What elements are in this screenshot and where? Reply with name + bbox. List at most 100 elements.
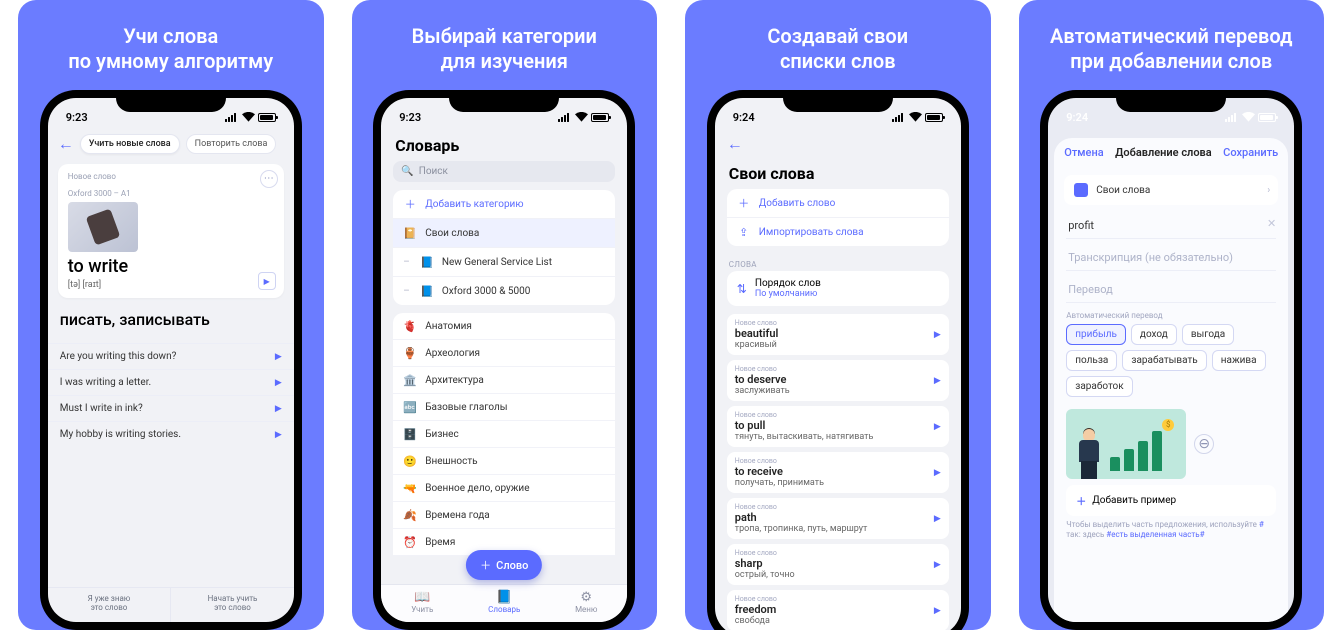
notch: [783, 90, 893, 112]
notch: [1116, 90, 1226, 112]
list-name: Oxford 3000 & 5000: [442, 286, 531, 297]
play-icon[interactable]: ▶: [275, 404, 282, 414]
add-word-fab[interactable]: ＋ Слово: [466, 550, 542, 580]
modal-title: Добавление слова: [1115, 146, 1212, 159]
category-row[interactable]: 🏛️Архитектура: [393, 367, 615, 394]
save-button[interactable]: Сохранить: [1223, 146, 1278, 159]
word-row[interactable]: Новое словоto receiveполучать, принимать…: [727, 452, 949, 493]
panel-title: Учи слова по умному алгоритму: [58, 0, 283, 90]
translation-chip[interactable]: зарабатывать: [1122, 350, 1206, 371]
coin-icon: $: [1162, 419, 1174, 431]
tab-label: Меню: [575, 605, 597, 614]
tab-learn-new[interactable]: Учить новые слова: [80, 134, 180, 154]
play-icon[interactable]: ▶: [275, 378, 282, 388]
word-badge: Новое слово: [735, 365, 941, 373]
category-name: Времена года: [425, 510, 489, 521]
wifi-icon: [1242, 112, 1255, 122]
list-selector[interactable]: Свои слова ›: [1064, 175, 1278, 205]
source-label: Oxford 3000 – A1: [68, 189, 274, 198]
word-row[interactable]: Новое словоfreedomсвобода▶: [727, 590, 949, 630]
search-input[interactable]: 🔍 Поиск: [393, 161, 615, 182]
word-translation: получать, принимать: [735, 478, 941, 488]
category-row[interactable]: 🫀Анатомия: [393, 313, 615, 340]
transcription-input[interactable]: Транскрипция (не обязательно): [1066, 245, 1276, 271]
headword: to write: [68, 256, 274, 277]
word-translation: тянуть, вытаскивать, натягивать: [735, 432, 941, 442]
translation-chip[interactable]: польза: [1066, 350, 1117, 371]
list-row[interactable]: – 📘 New General Service List: [393, 248, 615, 277]
word-row[interactable]: Новое словоto pullтянуть, вытаскивать, н…: [727, 406, 949, 447]
back-icon[interactable]: ←: [727, 134, 743, 154]
plus-icon: ＋: [480, 557, 491, 573]
translation-chip[interactable]: доход: [1131, 324, 1177, 345]
word-list: Новое словоbeautifulкрасивый▶ Новое слово…: [715, 314, 961, 630]
tab-dictionary[interactable]: 📘Словарь: [463, 585, 545, 622]
more-icon[interactable]: ⋯: [260, 170, 278, 188]
word-text: sharp: [735, 557, 941, 570]
category-row[interactable]: 🙂Внешность: [393, 448, 615, 475]
example-row: My hobby is writing stories.▶: [48, 421, 294, 447]
play-icon[interactable]: ▶: [934, 422, 941, 432]
translation-chip[interactable]: прибыль: [1066, 324, 1126, 345]
play-icon[interactable]: ▶: [934, 376, 941, 386]
play-audio-button[interactable]: ▶: [258, 272, 276, 290]
translation-chip[interactable]: нажива: [1212, 350, 1266, 371]
learn-topbar: ← Учить новые слова Повторить слова: [48, 130, 294, 158]
play-icon[interactable]: ▶: [934, 514, 941, 524]
list-row[interactable]: – 📘 Oxford 3000 & 5000: [393, 277, 615, 305]
screen-dictionary: 9:23 Словарь 🔍 Поиск ＋ Добавить категори…: [381, 98, 627, 622]
play-icon[interactable]: ▶: [934, 330, 941, 340]
dict-icon: 📘: [463, 590, 545, 605]
tab-menu[interactable]: ⚙Меню: [545, 585, 627, 622]
category-row[interactable]: 🍂Времена года: [393, 502, 615, 529]
word-value: profit: [1068, 219, 1094, 232]
start-learning-button[interactable]: Начать учить это слово: [171, 588, 294, 622]
clear-icon[interactable]: ✕: [1267, 217, 1276, 230]
back-icon[interactable]: ←: [58, 134, 74, 154]
tab-learn[interactable]: 📖Учить: [381, 585, 463, 622]
word-translation: тропа, тропинка, путь, маршрут: [735, 524, 941, 534]
category-row[interactable]: 🏺Археология: [393, 340, 615, 367]
word-text: to deserve: [735, 373, 941, 386]
book-icon: 📔: [403, 226, 417, 240]
category-row[interactable]: 🗄️Бизнес: [393, 421, 615, 448]
add-example-button[interactable]: ＋ Добавить пример: [1066, 485, 1276, 516]
notch: [449, 90, 559, 112]
word-row[interactable]: Новое словоbeautifulкрасивый▶: [727, 314, 949, 355]
category-row[interactable]: 🔤Базовые глаголы: [393, 394, 615, 421]
word-badge: Новое слово: [735, 549, 941, 557]
play-icon[interactable]: ▶: [934, 468, 941, 478]
add-category-button[interactable]: ＋ Добавить категорию: [393, 190, 615, 219]
plus-icon: ＋: [1076, 493, 1086, 508]
sort-icon: ⇅: [737, 282, 747, 296]
dash-icon: –: [403, 257, 410, 268]
play-icon[interactable]: ▶: [934, 606, 941, 616]
translation-input[interactable]: Перевод: [1066, 277, 1276, 303]
person-icon: [1076, 429, 1102, 479]
play-icon[interactable]: ▶: [934, 560, 941, 570]
add-word-button[interactable]: ＋ Добавить слово: [727, 189, 949, 218]
add-word-label: Добавить слово: [759, 198, 836, 209]
word-row[interactable]: Новое словоsharpострый, точно▶: [727, 544, 949, 585]
category-icon: 🙂: [403, 454, 417, 468]
play-icon[interactable]: ▶: [275, 352, 282, 362]
import-words-button[interactable]: ⇪ Импортировать слова: [727, 218, 949, 246]
word-row[interactable]: Новое словоto deserveзаслуживать▶: [727, 360, 949, 401]
category-name: Архитектура: [425, 375, 484, 386]
translation-chip[interactable]: заработок: [1066, 376, 1132, 397]
category-row[interactable]: 🔫Военное дело, оружие: [393, 475, 615, 502]
tab-repeat[interactable]: Повторить слова: [186, 134, 277, 154]
remove-image-button[interactable]: ⊖: [1194, 434, 1214, 454]
translation-chip[interactable]: выгода: [1182, 324, 1234, 345]
already-know-button[interactable]: Я уже знаю это слово: [48, 588, 172, 622]
order-selector[interactable]: ⇅ Порядок слов По умолчанию: [727, 271, 949, 306]
list-name: Свои слова: [1096, 185, 1150, 196]
cancel-button[interactable]: Отмена: [1064, 146, 1103, 159]
own-words-row[interactable]: 📔 Свои слова: [393, 219, 615, 248]
screen-learn: 9:23 ← Учить новые слова Повторить слова…: [48, 98, 294, 622]
category-icon: 🗄️: [403, 427, 417, 441]
play-icon[interactable]: ▶: [275, 430, 282, 440]
word-row[interactable]: Новое словоpathтропа, тропинка, путь, ма…: [727, 498, 949, 539]
signal-icon: [225, 113, 239, 122]
word-input[interactable]: profit ✕: [1066, 213, 1276, 239]
